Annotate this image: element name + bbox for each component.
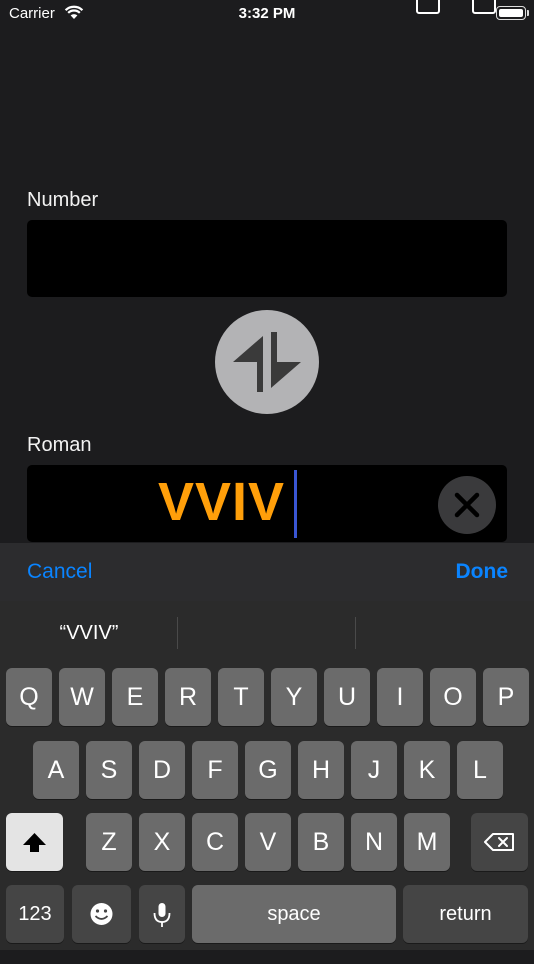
done-button[interactable]: Done [456,543,509,601]
key-v[interactable]: V [245,813,291,871]
status-time: 3:32 PM [238,5,296,22]
numbers-key[interactable]: 123 [6,885,64,943]
suggestion-3[interactable] [356,601,534,665]
clear-button[interactable] [438,476,496,534]
key-t[interactable]: T [218,668,264,726]
clear-icon [454,492,480,518]
key-o[interactable]: O [430,668,476,726]
key-p[interactable]: P [483,668,529,726]
key-k[interactable]: K [404,741,450,799]
emoji-icon [90,903,113,925]
help-icon[interactable] [472,0,496,14]
key-g[interactable]: G [245,741,291,799]
dictation-key[interactable] [139,885,185,943]
key-w[interactable]: W [59,668,105,726]
key-x[interactable]: X [139,813,185,871]
battery-icon [496,6,526,20]
key-f[interactable]: F [192,741,238,799]
roman-value: VVIV [158,472,286,532]
suggestion-1[interactable]: “VVIV” [0,601,178,665]
key-r[interactable]: R [165,668,211,726]
keyboard: “VVIV” Q W E R T Y U I O P A S D F G H J… [0,601,534,950]
number-label: Number [27,189,99,211]
key-s[interactable]: S [86,741,132,799]
roman-label: Roman [27,434,92,456]
space-key[interactable]: space [192,885,396,943]
key-u[interactable]: U [324,668,370,726]
status-bar: Carrier 3:32 PM [0,0,534,28]
key-b[interactable]: B [298,813,344,871]
microphone-icon [153,903,171,927]
key-c[interactable]: C [192,813,238,871]
key-m[interactable]: M [404,813,450,871]
shift-key[interactable] [6,813,63,871]
suggestion-2[interactable] [178,601,355,665]
key-d[interactable]: D [139,741,185,799]
key-n[interactable]: N [351,813,397,871]
close-box-icon[interactable] [416,0,440,14]
text-caret [294,470,297,538]
key-l[interactable]: L [457,741,503,799]
key-h[interactable]: H [298,741,344,799]
key-e[interactable]: E [112,668,158,726]
shift-arrow-icon [23,833,46,852]
key-q[interactable]: Q [6,668,52,726]
cancel-button[interactable]: Cancel [27,543,92,601]
swap-arrows-icon [233,332,301,392]
key-z[interactable]: Z [86,813,132,871]
key-y[interactable]: Y [271,668,317,726]
key-i[interactable]: I [377,668,423,726]
key-j[interactable]: J [351,741,397,799]
swap-button[interactable] [215,310,319,414]
battery-tip [527,10,529,16]
delete-key[interactable] [471,813,528,871]
keyboard-toolbar: Cancel Done [0,543,534,601]
number-field[interactable] [27,220,507,297]
emoji-key[interactable] [72,885,131,943]
backspace-icon [484,833,514,851]
key-a[interactable]: A [33,741,79,799]
return-key[interactable]: return [403,885,528,943]
